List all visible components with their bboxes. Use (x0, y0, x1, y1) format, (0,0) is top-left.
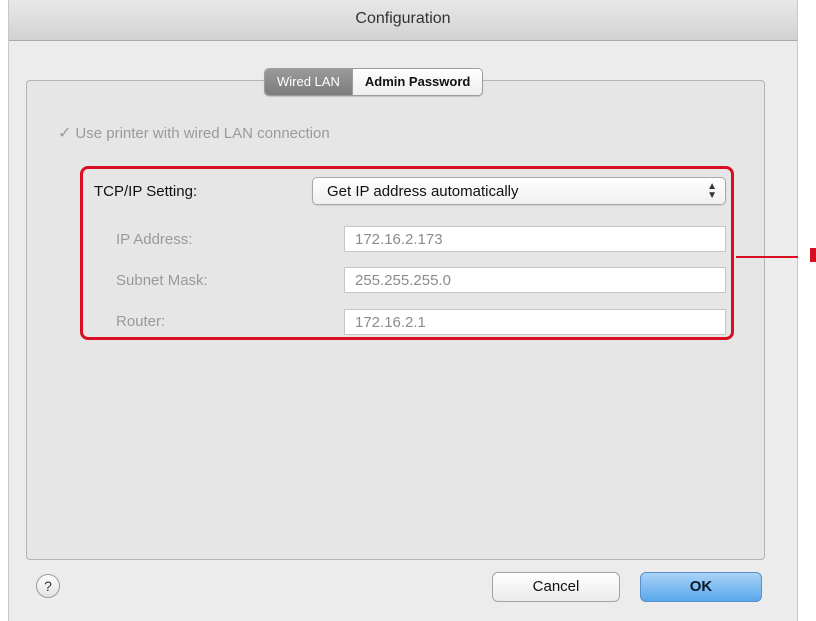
window-title: Configuration (355, 10, 451, 27)
router-value: 172.16.2.1 (355, 314, 426, 331)
updown-arrows-icon: ▲ ▼ (707, 181, 717, 201)
subnet-mask-value: 255.255.255.0 (355, 272, 451, 289)
router-field: 172.16.2.1 (344, 309, 726, 335)
ok-button[interactable]: OK (640, 572, 762, 602)
help-button[interactable]: ? (36, 574, 60, 598)
checkmark-icon: ✓ (58, 125, 72, 142)
tab-bar: Wired LAN Admin Password (264, 68, 484, 96)
callout-tip (810, 248, 816, 262)
tcpip-setting-value: Get IP address automatically (327, 183, 519, 200)
callout-line (736, 256, 798, 258)
checkbox-label: Use printer with wired LAN connection (75, 124, 330, 142)
ip-address-value: 172.16.2.173 (355, 231, 443, 248)
tcpip-setting-select[interactable]: Get IP address automatically ▲ ▼ (312, 177, 726, 205)
ip-address-label: IP Address: (116, 231, 193, 248)
router-label: Router: (116, 313, 166, 330)
subnet-mask-label: Subnet Mask: (116, 272, 208, 289)
wired-lan-checkbox[interactable]: ✓ Use printer with wired LAN connection (58, 123, 330, 143)
tab-admin-password[interactable]: Admin Password (351, 69, 483, 95)
tcpip-setting-label: TCP/IP Setting: (94, 183, 198, 200)
tab-wired-lan[interactable]: Wired LAN (265, 69, 352, 95)
title-bar: Configuration (9, 0, 797, 41)
cancel-button[interactable]: Cancel (492, 572, 620, 602)
subnet-mask-field: 255.255.255.0 (344, 267, 726, 293)
ip-address-field: 172.16.2.173 (344, 226, 726, 252)
